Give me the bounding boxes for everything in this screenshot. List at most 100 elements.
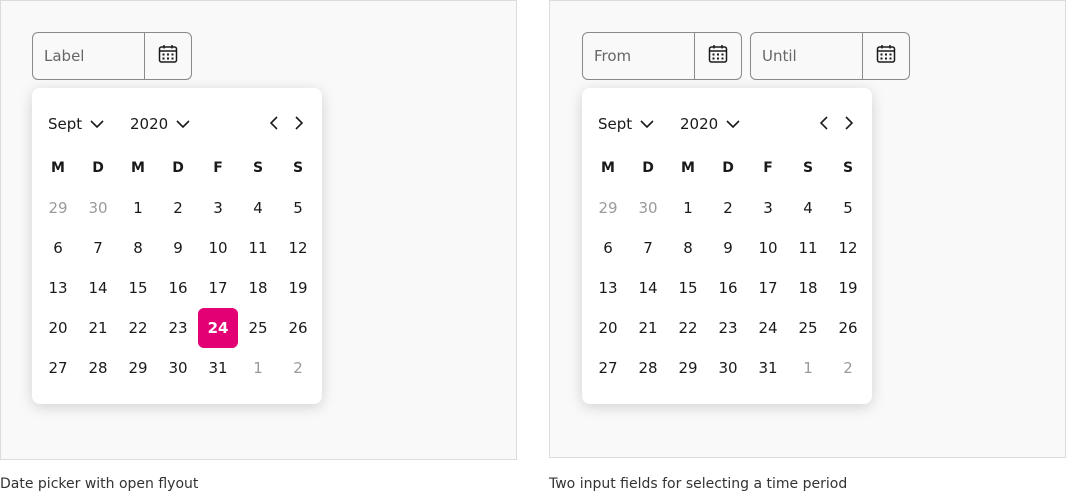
- until-calendar-button[interactable]: [862, 33, 909, 79]
- calendar-day[interactable]: 31: [748, 348, 788, 388]
- next-month-button[interactable]: [291, 114, 307, 134]
- calendar-day[interactable]: 27: [38, 348, 78, 388]
- chevron-down-icon: [640, 120, 654, 128]
- calendar-day[interactable]: 2: [158, 188, 198, 228]
- weekday-header: S: [292, 160, 304, 176]
- calendar-day[interactable]: 30: [78, 188, 118, 228]
- calendar-day[interactable]: 14: [78, 268, 118, 308]
- weekday-header: S: [252, 160, 264, 176]
- from-calendar-button[interactable]: [694, 33, 741, 79]
- year-select[interactable]: 2020: [130, 112, 190, 136]
- calendar-day[interactable]: 4: [788, 188, 828, 228]
- calendar-day[interactable]: 13: [38, 268, 78, 308]
- calendar-day[interactable]: 16: [708, 268, 748, 308]
- month-select[interactable]: Sept: [598, 112, 654, 136]
- calendar-day[interactable]: 3: [748, 188, 788, 228]
- calendar-day[interactable]: 4: [238, 188, 278, 228]
- weekday-header: D: [92, 160, 104, 176]
- calendar-day[interactable]: 22: [668, 308, 708, 348]
- calendar-day[interactable]: 2: [278, 348, 318, 388]
- weekday-header: F: [213, 160, 223, 176]
- calendar-day[interactable]: 26: [278, 308, 318, 348]
- calendar-day[interactable]: 1: [238, 348, 278, 388]
- calendar-day[interactable]: 20: [588, 308, 628, 348]
- month-label: Sept: [598, 115, 633, 133]
- caption: Date picker with open flyout: [0, 476, 199, 492]
- next-month-button[interactable]: [841, 114, 857, 134]
- calendar-day[interactable]: 12: [828, 228, 868, 268]
- calendar-day[interactable]: 12: [278, 228, 318, 268]
- from-input[interactable]: [583, 47, 694, 65]
- calendar-day[interactable]: 2: [828, 348, 868, 388]
- calendar-day[interactable]: 30: [628, 188, 668, 228]
- month-select[interactable]: Sept: [48, 112, 104, 136]
- prev-month-button[interactable]: [816, 114, 832, 134]
- calendar-day[interactable]: 15: [118, 268, 158, 308]
- calendar-day[interactable]: 5: [828, 188, 868, 228]
- calendar-day[interactable]: 17: [748, 268, 788, 308]
- prev-month-button[interactable]: [266, 114, 282, 134]
- calendar-day[interactable]: 7: [78, 228, 118, 268]
- calendar-day[interactable]: 6: [38, 228, 78, 268]
- calendar-day[interactable]: 23: [708, 308, 748, 348]
- calendar-day[interactable]: 14: [628, 268, 668, 308]
- weekday-header: M: [601, 160, 615, 176]
- calendar-day[interactable]: 1: [668, 188, 708, 228]
- calendar-day[interactable]: 29: [38, 188, 78, 228]
- calendar-day[interactable]: 29: [668, 348, 708, 388]
- date-field: [32, 32, 192, 80]
- calendar-day[interactable]: 25: [238, 308, 278, 348]
- calendar-day[interactable]: 6: [588, 228, 628, 268]
- calendar-day[interactable]: 29: [588, 188, 628, 228]
- calendar-day[interactable]: 8: [668, 228, 708, 268]
- calendar-day[interactable]: 19: [278, 268, 318, 308]
- date-input[interactable]: [33, 47, 144, 65]
- chevron-right-icon: [295, 115, 304, 134]
- calendar-day[interactable]: 8: [118, 228, 158, 268]
- selected-day[interactable]: 24: [198, 308, 238, 348]
- calendar-day[interactable]: 1: [118, 188, 158, 228]
- calendar-day[interactable]: 10: [198, 228, 238, 268]
- calendar-day[interactable]: 27: [588, 348, 628, 388]
- calendar-day[interactable]: 30: [158, 348, 198, 388]
- calendar-day[interactable]: 11: [788, 228, 828, 268]
- calendar-day[interactable]: 28: [628, 348, 668, 388]
- calendar-day[interactable]: 24: [748, 308, 788, 348]
- calendar-day[interactable]: 11: [238, 228, 278, 268]
- calendar-day[interactable]: 9: [708, 228, 748, 268]
- calendar-day[interactable]: 19: [828, 268, 868, 308]
- weekday-header: S: [842, 160, 854, 176]
- calendar-button[interactable]: [144, 33, 191, 79]
- until-input[interactable]: [751, 47, 862, 65]
- calendar-day[interactable]: 25: [788, 308, 828, 348]
- calendar-day[interactable]: 26: [828, 308, 868, 348]
- calendar-day[interactable]: 20: [38, 308, 78, 348]
- calendar-day[interactable]: 18: [238, 268, 278, 308]
- calendar-day[interactable]: 29: [118, 348, 158, 388]
- calendar-day[interactable]: 17: [198, 268, 238, 308]
- calendar-day[interactable]: 30: [708, 348, 748, 388]
- weekday-header: M: [131, 160, 145, 176]
- calendar-day[interactable]: 31: [198, 348, 238, 388]
- calendar-day[interactable]: 22: [118, 308, 158, 348]
- calendar-day[interactable]: 28: [78, 348, 118, 388]
- calendar-day[interactable]: 1: [788, 348, 828, 388]
- calendar-day[interactable]: 2: [708, 188, 748, 228]
- calendar-day[interactable]: 18: [788, 268, 828, 308]
- until-field: [750, 32, 910, 80]
- calendar-day[interactable]: 5: [278, 188, 318, 228]
- calendar-day[interactable]: 23: [158, 308, 198, 348]
- calendar-day[interactable]: 3: [198, 188, 238, 228]
- year-select[interactable]: 2020: [680, 112, 740, 136]
- chevron-down-icon: [726, 120, 740, 128]
- weekday-header: D: [172, 160, 184, 176]
- calendar-day[interactable]: 7: [628, 228, 668, 268]
- calendar-day[interactable]: 15: [668, 268, 708, 308]
- calendar-day[interactable]: 16: [158, 268, 198, 308]
- calendar-day[interactable]: 21: [628, 308, 668, 348]
- calendar-day[interactable]: 13: [588, 268, 628, 308]
- calendar-day[interactable]: 21: [78, 308, 118, 348]
- calendar-day[interactable]: 9: [158, 228, 198, 268]
- calendar-day[interactable]: 10: [748, 228, 788, 268]
- weekday-header: D: [722, 160, 734, 176]
